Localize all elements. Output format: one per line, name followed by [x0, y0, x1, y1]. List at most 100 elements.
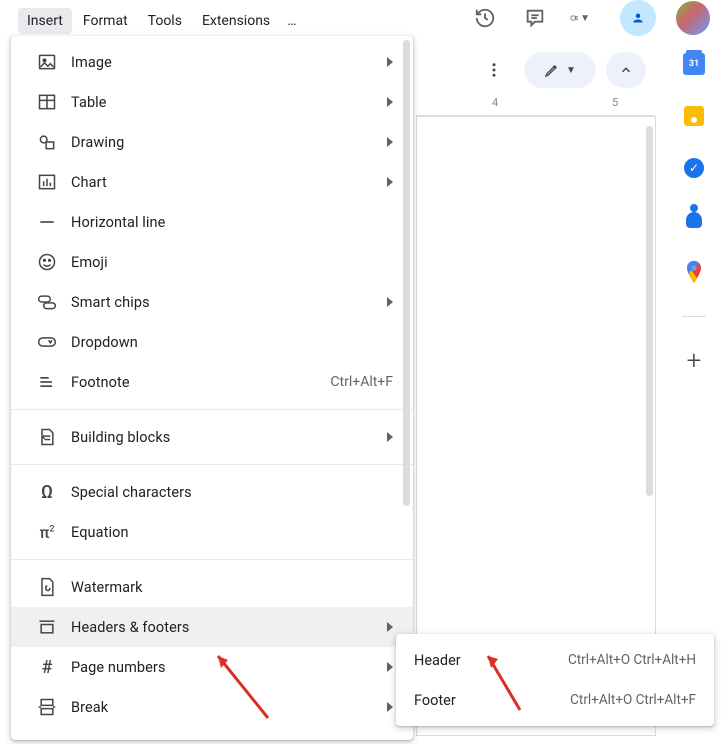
side-panel-separator	[682, 316, 706, 317]
menu-item-smart-chips[interactable]: Smart chips	[11, 282, 413, 322]
maps-icon[interactable]	[682, 260, 706, 284]
submenu-arrow-icon	[387, 137, 393, 147]
menu-separator	[11, 464, 413, 465]
ruler: 4 5	[416, 96, 654, 116]
menu-label: Building blocks	[71, 429, 377, 446]
break-icon	[37, 697, 57, 717]
menu-item-building-blocks[interactable]: Building blocks	[11, 417, 413, 457]
submenu-arrow-icon	[387, 432, 393, 442]
menu-separator	[11, 409, 413, 410]
table-icon	[37, 92, 57, 112]
top-right-toolbar: ▼	[470, 0, 710, 36]
menu-label: Horizontal line	[71, 214, 393, 231]
menu-separator	[11, 559, 413, 560]
menu-label: Dropdown	[71, 334, 393, 351]
calendar-day: 31	[689, 59, 699, 69]
menu-label: Special characters	[71, 484, 393, 501]
menu-item-chart[interactable]: Chart	[11, 162, 413, 202]
menu-item-footnote[interactable]: Footnote Ctrl+Alt+F	[11, 362, 413, 402]
menu-label: Equation	[71, 524, 393, 541]
footnote-icon	[37, 372, 57, 392]
drawing-icon	[37, 132, 57, 152]
menu-item-watermark[interactable]: Watermark	[11, 567, 413, 607]
meet-icon[interactable]: ▼	[570, 3, 600, 33]
menu-more[interactable]: …	[281, 8, 302, 34]
chart-icon	[37, 172, 57, 192]
dropdown-chip-icon	[37, 332, 57, 352]
menu-label: Chart	[71, 174, 377, 191]
menu-extensions[interactable]: Extensions	[193, 8, 279, 34]
horizontal-line-icon	[37, 212, 57, 232]
headers-footers-icon	[37, 617, 57, 637]
menu-item-break[interactable]: Break	[11, 687, 413, 727]
emoji-icon	[37, 252, 57, 272]
menu-label: Watermark	[71, 579, 393, 596]
menu-label: Headers & footers	[71, 619, 377, 636]
submenu-item-header[interactable]: Header Ctrl+Alt+O Ctrl+Alt+H	[396, 640, 714, 680]
menu-tools[interactable]: Tools	[139, 8, 191, 34]
menu-bar: Insert Format Tools Extensions …	[18, 8, 303, 34]
menu-label: Table	[71, 94, 377, 111]
submenu-item-footer[interactable]: Footer Ctrl+Alt+O Ctrl+Alt+F	[396, 680, 714, 720]
smart-chips-icon	[37, 292, 57, 312]
calendar-icon[interactable]: 31	[682, 52, 706, 76]
menu-item-equation[interactable]: π2 Equation	[11, 512, 413, 552]
submenu-arrow-icon	[387, 177, 393, 187]
menu-label: Image	[71, 54, 377, 71]
menu-item-image[interactable]: Image	[11, 42, 413, 82]
menu-item-headers-footers[interactable]: Headers & footers	[11, 607, 413, 647]
menu-item-drawing[interactable]: Drawing	[11, 122, 413, 162]
add-addon-button[interactable]: +	[682, 349, 706, 373]
submenu-arrow-icon	[387, 57, 393, 67]
menu-insert[interactable]: Insert	[18, 8, 72, 34]
menu-item-table[interactable]: Table	[11, 82, 413, 122]
submenu-shortcut: Ctrl+Alt+O Ctrl+Alt+H	[568, 652, 696, 668]
toolbar-right: ▼	[474, 52, 646, 88]
submenu-arrow-icon	[387, 662, 393, 672]
menu-item-horizontal-line[interactable]: Horizontal line	[11, 202, 413, 242]
submenu-arrow-icon	[387, 297, 393, 307]
menu-label: Drawing	[71, 134, 377, 151]
page-scrollbar-thumb[interactable]	[646, 126, 653, 496]
keep-icon[interactable]	[682, 104, 706, 128]
share-button[interactable]	[620, 0, 656, 36]
comments-icon[interactable]	[520, 3, 550, 33]
watermark-icon	[37, 577, 57, 597]
insert-menu-dropdown: Image Table Drawing Chart Horizontal lin…	[11, 36, 413, 740]
side-panel: 31 ✓ +	[670, 52, 718, 373]
menu-shortcut: Ctrl+Alt+F	[330, 374, 393, 390]
omega-icon: Ω	[37, 482, 57, 502]
menu-item-page-numbers[interactable]: # Page numbers	[11, 647, 413, 687]
tasks-icon[interactable]: ✓	[682, 156, 706, 180]
menu-label: Page numbers	[71, 659, 377, 676]
account-avatar[interactable]	[676, 1, 710, 35]
submenu-shortcut: Ctrl+Alt+O Ctrl+Alt+F	[570, 692, 696, 708]
menu-label: Break	[71, 699, 377, 716]
submenu-arrow-icon	[387, 702, 393, 712]
history-icon[interactable]	[470, 3, 500, 33]
ruler-mark: 5	[612, 96, 618, 109]
submenu-arrow-icon	[387, 97, 393, 107]
menu-item-special-characters[interactable]: Ω Special characters	[11, 472, 413, 512]
editing-mode-chip[interactable]: ▼	[524, 52, 596, 88]
menu-item-emoji[interactable]: Emoji	[11, 242, 413, 282]
menu-label: Emoji	[71, 254, 393, 271]
more-options-button[interactable]	[474, 52, 514, 88]
menu-label: Footnote	[71, 374, 330, 391]
image-icon	[37, 52, 57, 72]
submenu-arrow-icon	[387, 622, 393, 632]
caret-down-icon: ▼	[566, 65, 576, 76]
ruler-mark: 4	[492, 96, 498, 109]
menu-item-dropdown[interactable]: Dropdown	[11, 322, 413, 362]
equation-icon: π2	[37, 522, 57, 542]
page-numbers-icon: #	[37, 657, 57, 677]
building-blocks-icon	[37, 427, 57, 447]
contacts-icon[interactable]	[682, 208, 706, 232]
caret-down-icon: ▼	[580, 13, 590, 24]
submenu-label: Header	[414, 652, 568, 669]
menu-label: Smart chips	[71, 294, 377, 311]
menu-format[interactable]: Format	[74, 8, 137, 34]
submenu-label: Footer	[414, 692, 570, 709]
collapse-button[interactable]	[606, 52, 646, 88]
headers-footers-submenu: Header Ctrl+Alt+O Ctrl+Alt+H Footer Ctrl…	[396, 634, 714, 726]
